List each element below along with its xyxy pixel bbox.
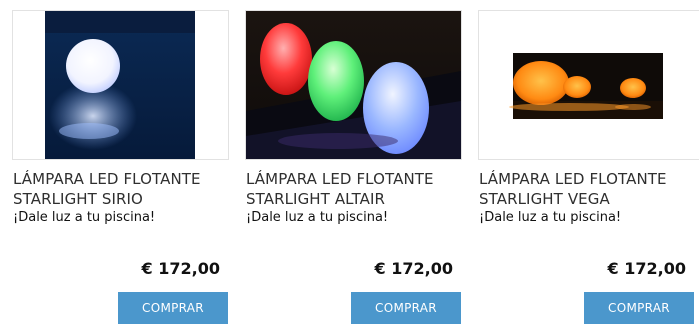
product-price: € 172,00 [374,259,453,278]
product-price: € 172,00 [607,259,686,278]
product-card: LÁMPARA LED FLOTANTE STARLIGHT VEGA ¡Dal… [466,0,699,333]
product-price: € 172,00 [141,259,220,278]
buy-button[interactable]: COMPRAR [118,292,228,324]
buy-button[interactable]: COMPRAR [351,292,461,324]
product-title[interactable]: LÁMPARA LED FLOTANTE STARLIGHT VEGA [479,169,694,209]
product-image[interactable] [478,10,699,160]
product-title[interactable]: LÁMPARA LED FLOTANTE STARLIGHT ALTAIR [246,169,461,209]
product-card: LÁMPARA LED FLOTANTE STARLIGHT ALTAIR ¡D… [233,0,465,333]
product-card: LÁMPARA LED FLOTANTE STARLIGHT SIRIO ¡Da… [0,0,232,333]
product-title[interactable]: LÁMPARA LED FLOTANTE STARLIGHT SIRIO [13,169,228,209]
product-tagline: ¡Dale luz a tu piscina! [479,210,622,225]
buy-button[interactable]: COMPRAR [584,292,694,324]
product-tagline: ¡Dale luz a tu piscina! [246,210,389,225]
product-image[interactable] [12,10,229,160]
product-tagline: ¡Dale luz a tu piscina! [13,210,156,225]
product-image[interactable] [245,10,462,160]
